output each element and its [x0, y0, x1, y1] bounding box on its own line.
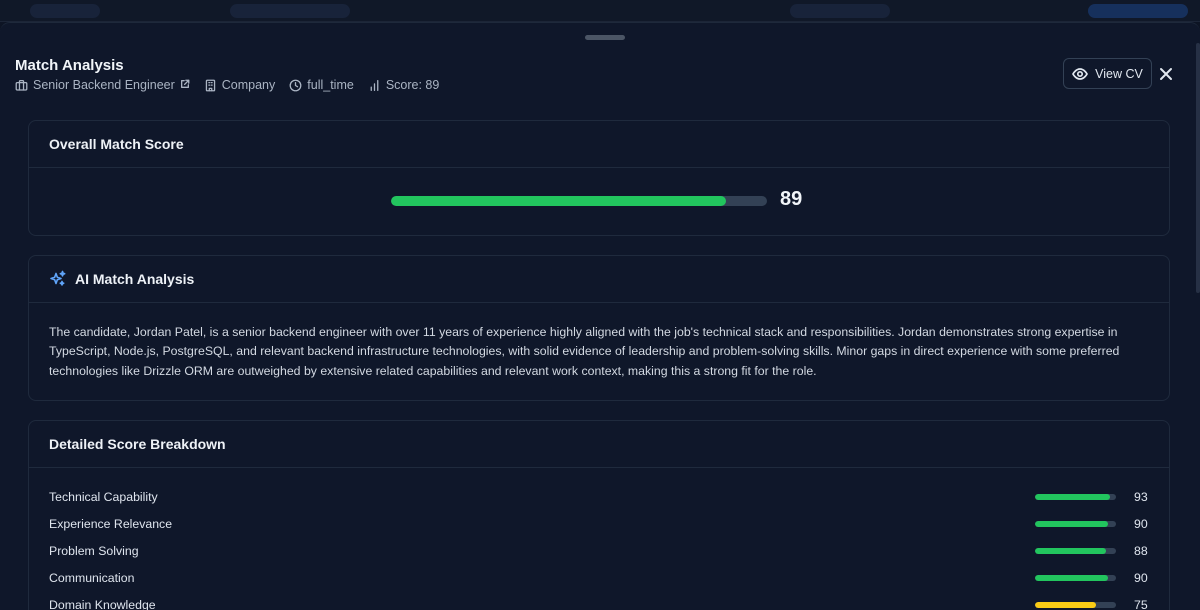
- match-analysis-sheet: Match Analysis Senior Backend Engineer C…: [0, 22, 1200, 610]
- score-row-bar: [1035, 521, 1116, 527]
- score-row-bar-fill: [1035, 602, 1096, 608]
- overall-score-value: 89: [780, 188, 803, 210]
- background-heading: [230, 4, 350, 18]
- score-label: Score: 89: [385, 78, 440, 92]
- score-row-bar: [1035, 602, 1116, 608]
- job-title: Senior Backend Engineer: [33, 78, 175, 92]
- score-row-label: Communication: [49, 571, 135, 585]
- score-row-bar-fill: [1035, 548, 1107, 554]
- building-icon: [205, 79, 215, 91]
- score-breakdown-card: Detailed Score Breakdown Technical Capab…: [28, 420, 1170, 610]
- score-row-value: 75: [1134, 598, 1148, 610]
- background-app-bar: [0, 0, 1200, 22]
- score-row: Problem Solving 88: [29, 542, 1169, 569]
- page-title: Match Analysis: [15, 57, 124, 74]
- overall-score-bar: [391, 196, 767, 206]
- clock-icon: [289, 79, 302, 91]
- score-item: Score: 89: [368, 78, 440, 92]
- drag-handle[interactable]: [585, 35, 625, 40]
- briefcase-icon: [15, 79, 28, 91]
- score-breakdown-title: Detailed Score Breakdown: [29, 421, 1169, 468]
- overall-score-title: Overall Match Score: [29, 121, 1169, 168]
- score-row-value: 90: [1134, 517, 1148, 531]
- score-row-bar-fill: [1035, 494, 1111, 500]
- score-row: Experience Relevance 90: [29, 515, 1169, 542]
- score-breakdown-list: Technical Capability 93 Experience Relev…: [29, 468, 1169, 610]
- background-toolbar: [790, 4, 890, 18]
- ai-analysis-text: The candidate, Jordan Patel, is a senior…: [49, 325, 1120, 378]
- view-cv-label: View CV: [1095, 66, 1143, 81]
- overall-score-heading: Overall Match Score: [49, 136, 184, 152]
- score-breakdown-heading: Detailed Score Breakdown: [49, 436, 226, 452]
- eye-icon: [1072, 67, 1089, 80]
- score-row-value: 90: [1134, 571, 1148, 585]
- score-row-bar-fill: [1035, 575, 1108, 581]
- score-row-label: Experience Relevance: [49, 517, 173, 531]
- score-row-value: 88: [1134, 544, 1148, 558]
- score-row-label: Technical Capability: [49, 490, 158, 504]
- view-cv-button[interactable]: View CV: [1063, 58, 1152, 89]
- background-logo: [30, 4, 100, 18]
- ai-analysis-heading: AI Match Analysis: [75, 271, 195, 287]
- job-title-link[interactable]: Senior Backend Engineer: [15, 78, 190, 92]
- employment-type: full_time: [307, 78, 354, 92]
- sparkles-icon: [50, 270, 66, 286]
- score-row-bar: [1035, 575, 1116, 581]
- score-row: Domain Knowledge 75: [29, 596, 1169, 610]
- score-row-value: 93: [1134, 490, 1148, 504]
- external-link-icon: [180, 79, 190, 88]
- overall-score-card: Overall Match Score 89: [28, 120, 1170, 236]
- company-name: Company: [221, 78, 276, 92]
- close-icon: [1160, 68, 1172, 80]
- score-row: Communication 90: [29, 569, 1169, 596]
- score-row: Technical Capability 93: [29, 488, 1169, 515]
- close-button[interactable]: [1158, 66, 1174, 82]
- overall-score-bar-fill: [391, 196, 726, 206]
- company-item: Company: [204, 78, 276, 92]
- employment-type-item: full_time: [289, 78, 354, 92]
- score-row-bar: [1035, 548, 1116, 554]
- background-action-button: [1088, 4, 1188, 18]
- scrollbar[interactable]: [1196, 43, 1200, 293]
- ai-analysis-title: AI Match Analysis: [29, 256, 1169, 303]
- ai-analysis-card: AI Match Analysis The candidate, Jordan …: [28, 255, 1170, 401]
- score-row-label: Domain Knowledge: [49, 598, 156, 610]
- score-row-label: Problem Solving: [49, 544, 139, 558]
- job-meta: Senior Backend Engineer Company full_tim…: [15, 78, 439, 92]
- score-row-bar-fill: [1035, 521, 1108, 527]
- score-row-bar: [1035, 494, 1116, 500]
- bar-chart-icon: [370, 79, 379, 91]
